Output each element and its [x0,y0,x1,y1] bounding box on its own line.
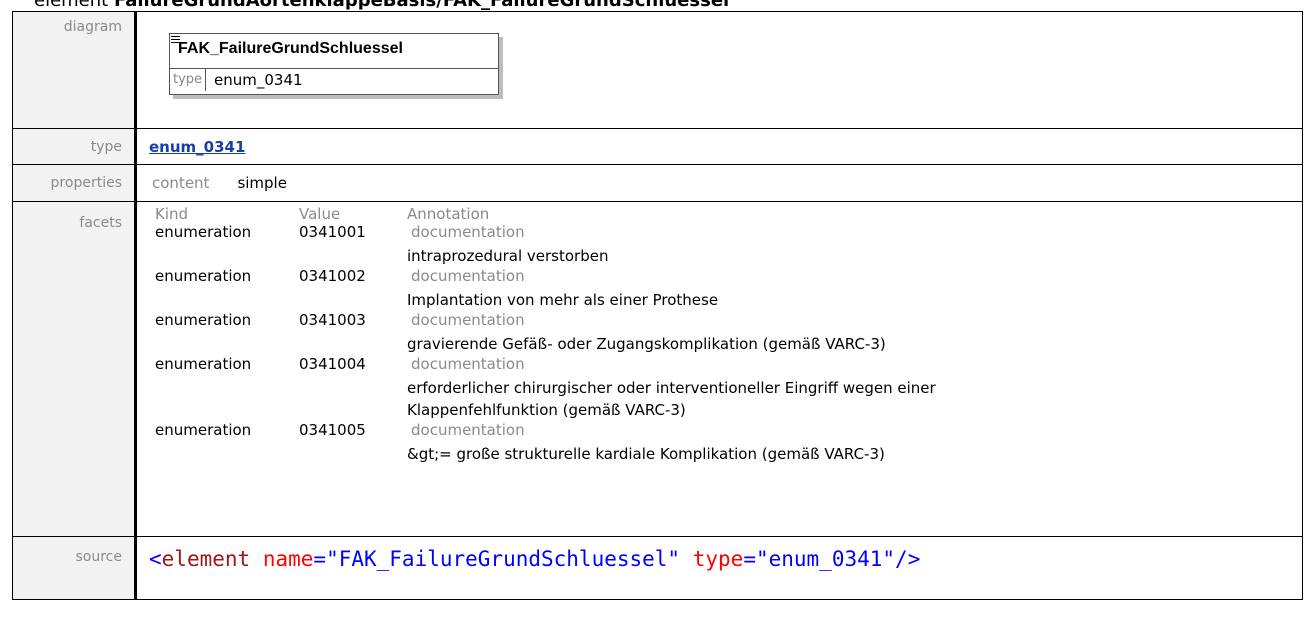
source-code: <element name="FAK_FailureGrundSchluesse… [149,547,921,571]
facet-row: enumeration 0341001 documentation intrap… [149,223,1302,267]
facets-header-annotation: Annotation [407,205,490,223]
diagram-type-key: type [170,69,207,91]
property-key: content [152,174,210,192]
element-doc-table: diagram FAK_FailureGrundSchluessel type … [12,11,1303,600]
facet-kind: enumeration [155,223,252,241]
facet-kind: enumeration [155,355,252,373]
diagram-title: FAK_FailureGrundSchluessel [178,40,403,57]
facet-annotation-key: documentation [411,355,525,373]
facet-kind: enumeration [155,421,252,439]
facet-value: 0341001 [299,223,366,241]
page-title-name: FailureGrundAortenklappeBasis/FAK_Failur… [113,0,730,11]
facets-table: Kind Value Annotation enumeration 034100… [149,205,1302,465]
facet-value: 0341004 [299,355,366,373]
facet-documentation: intraprozedural verstorben [407,247,609,265]
facet-value: 0341002 [299,267,366,285]
facet-annotation-key: documentation [411,311,525,329]
facet-documentation: &gt;= große strukturelle kardiale Kompli… [407,445,885,463]
facets-header-value: Value [299,205,341,223]
page-title-prefix: element [34,0,114,11]
facet-documentation: gravierende Gefäß- oder Zugangskomplikat… [407,335,886,353]
facet-row: enumeration 0341003 documentation gravie… [149,311,1302,355]
source-label: source [12,536,137,600]
property-value: simple [237,174,287,192]
diagram-type-value: enum_0341 [214,71,303,89]
source-cell: <element name="FAK_FailureGrundSchluesse… [135,536,1303,600]
facet-annotation-key: documentation [411,223,525,241]
diagram-label: diagram [12,11,137,129]
facet-annotation-key: documentation [411,267,525,285]
type-cell: enum_0341 [135,128,1303,165]
diagram-type-row: type enum_0341 [170,68,498,91]
type-label: type [12,128,137,165]
facet-row: enumeration 0341005 documentation &gt;= … [149,421,1302,465]
element-diagram-box[interactable]: FAK_FailureGrundSchluessel type enum_034… [169,33,499,95]
facets-header-kind: Kind [155,205,189,223]
facet-row: enumeration 0341004 documentation erford… [149,355,1302,421]
facet-value: 0341003 [299,311,366,329]
facet-kind: enumeration [155,311,252,329]
facets-label: facets [12,201,137,537]
diagram-row: diagram FAK_FailureGrundSchluessel type … [12,11,1303,129]
type-row: type enum_0341 [12,128,1303,165]
type-link[interactable]: enum_0341 [149,138,245,156]
properties-row: properties content simple [12,164,1303,202]
page-title: element FailureGrundAortenklappeBasis/FA… [34,0,729,11]
facets-cell: Kind Value Annotation enumeration 034100… [135,201,1303,537]
facet-row: enumeration 0341002 documentation Implan… [149,267,1302,311]
diagram-cell: FAK_FailureGrundSchluessel type enum_034… [135,11,1303,129]
facet-documentation: erforderlicher chirurgischer oder interv… [407,379,936,419]
source-row: source <element name="FAK_FailureGrundSc… [12,536,1303,600]
facet-value: 0341005 [299,421,366,439]
properties-cell: content simple [135,164,1303,202]
facet-kind: enumeration [155,267,252,285]
properties-label: properties [12,164,137,202]
facets-row: facets Kind Value Annotation enumeration… [12,201,1303,537]
facet-annotation-key: documentation [411,421,525,439]
facet-documentation: Implantation von mehr als einer Prothese [407,291,719,309]
